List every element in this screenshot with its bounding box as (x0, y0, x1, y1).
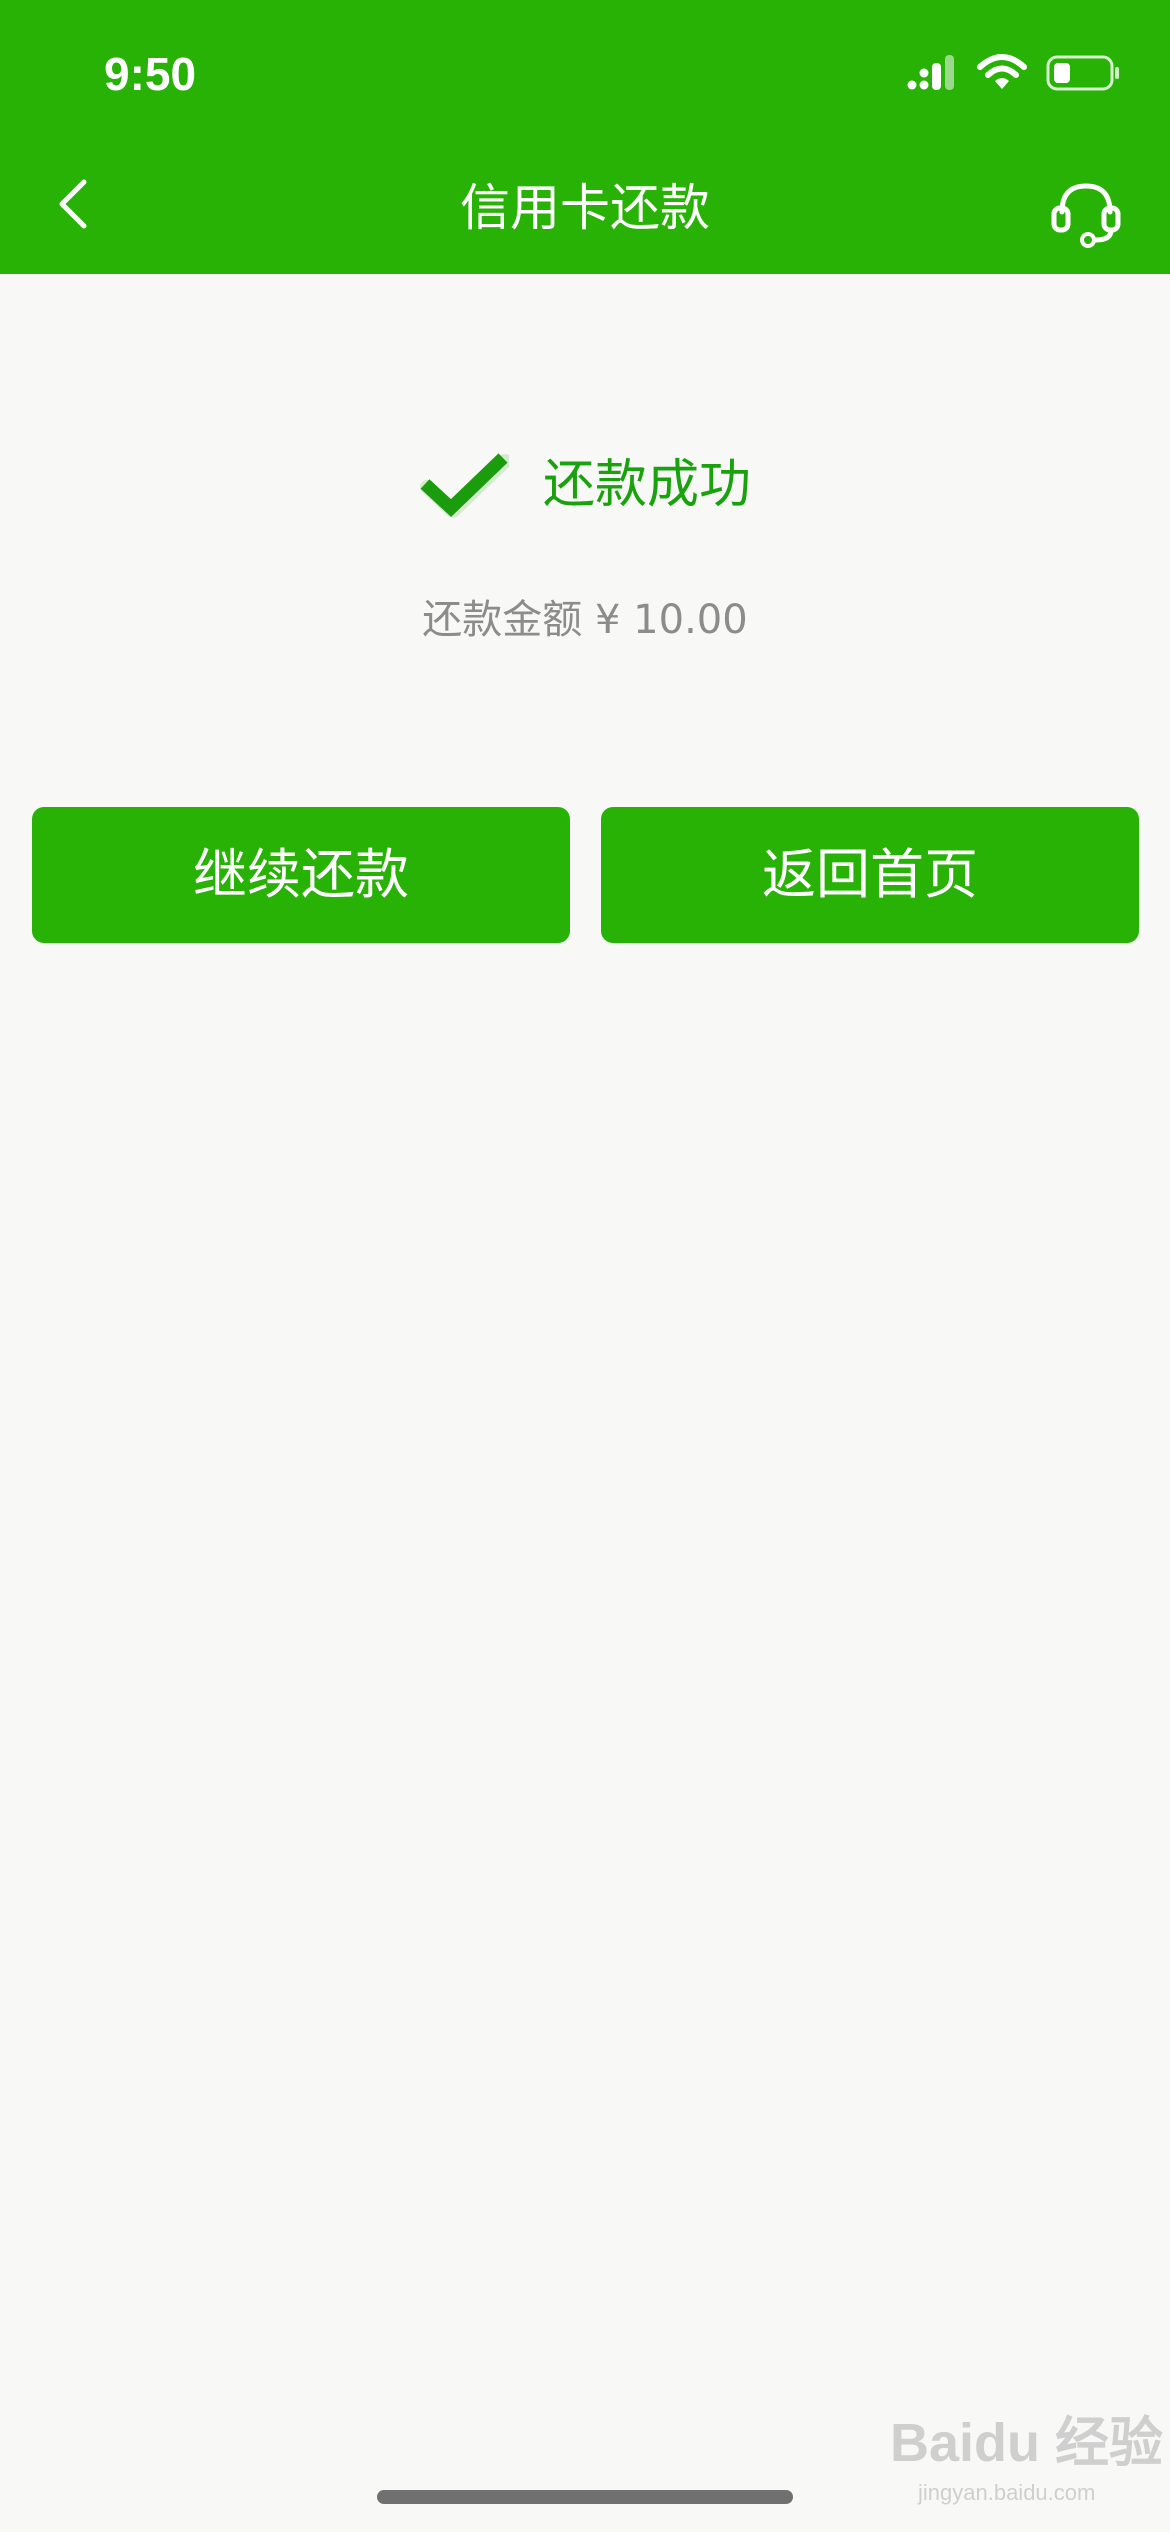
status-time: 9:50 (104, 48, 197, 100)
battery-icon (1046, 55, 1119, 91)
watermark-logo: Baidu 经验 (890, 2413, 1164, 2473)
return-home-button[interactable]: 返回首页 (601, 807, 1139, 943)
repayment-amount: 还款金额 ¥ 10.00 (422, 597, 748, 643)
status-icons (906, 50, 1122, 96)
result-status: 还款成功 (0, 440, 1170, 530)
page-title: 信用卡还款 (460, 179, 710, 237)
app-header: 9:50 信用卡还款 (0, 0, 1170, 274)
watermark-url: jingyan.baidu.com (918, 2480, 1096, 2505)
continue-repayment-button[interactable]: 继续还款 (32, 807, 570, 943)
result-status-text: 还款成功 (542, 455, 751, 515)
home-indicator[interactable] (377, 2490, 793, 2504)
customer-service-button[interactable] (1046, 172, 1126, 252)
headset-icon (1051, 183, 1121, 248)
signal-icon (907, 55, 954, 90)
wifi-icon (977, 54, 1027, 89)
checkmark-icon (419, 453, 509, 518)
